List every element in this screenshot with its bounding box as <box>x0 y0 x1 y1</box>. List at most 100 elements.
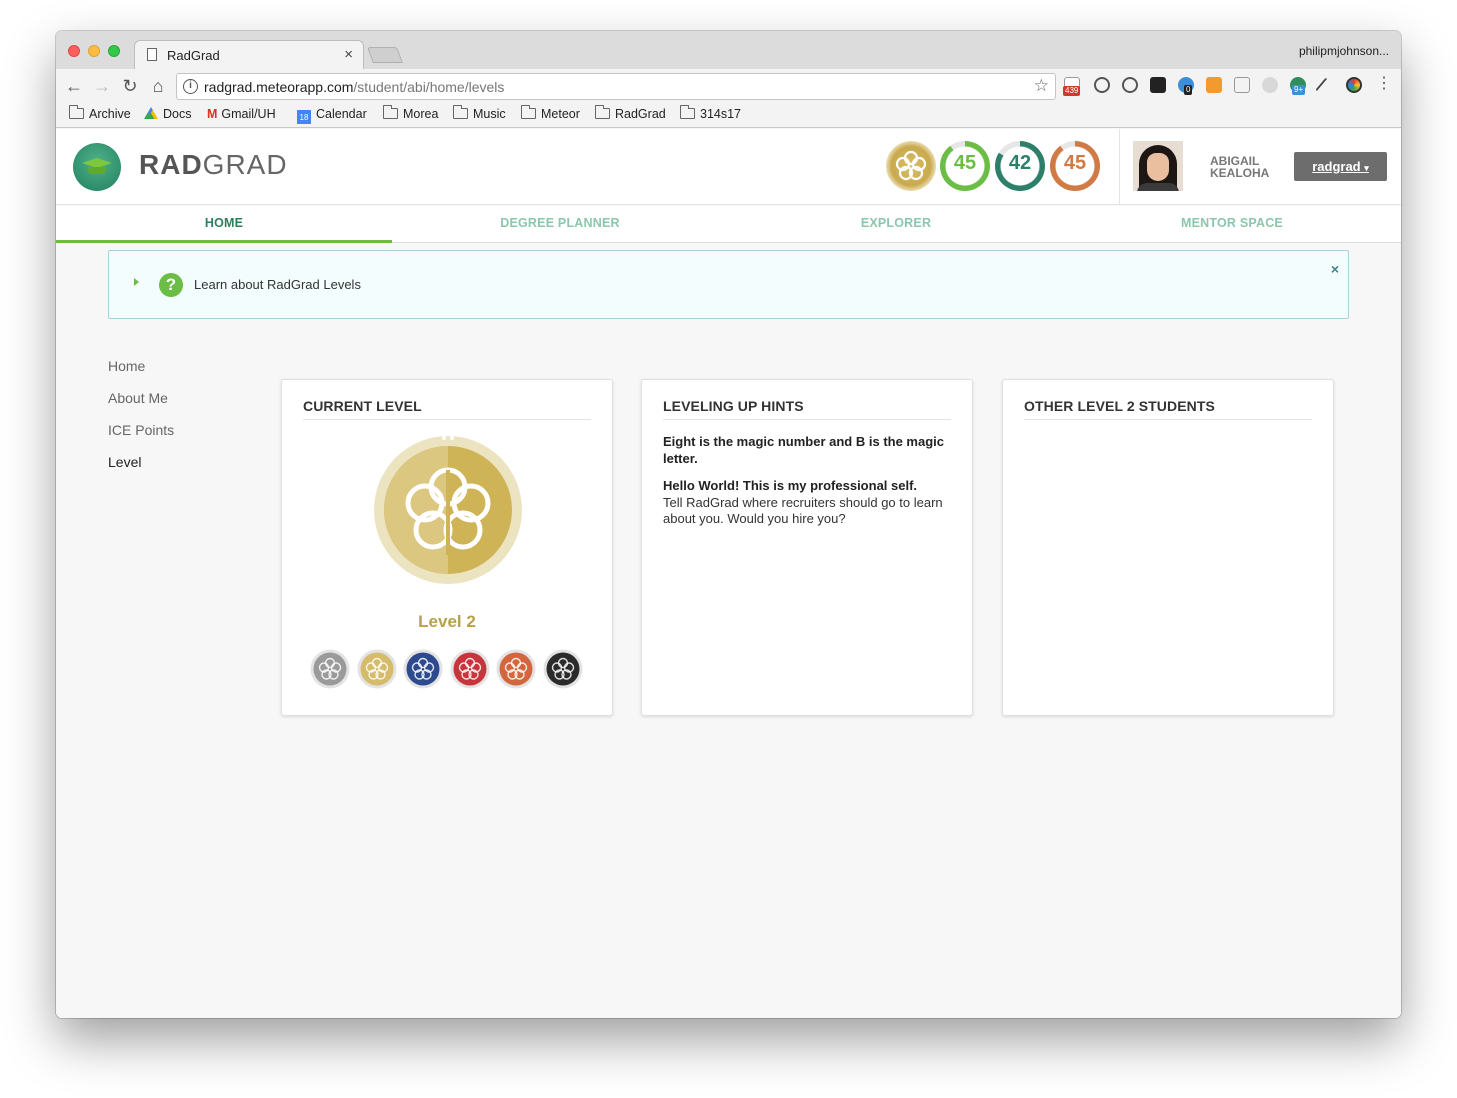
reload-icon[interactable]: ↻ <box>120 75 140 97</box>
bookmark-314s17[interactable]: 314s17 <box>680 105 741 121</box>
hint-text: Hello World! This is my professional sel… <box>663 478 943 526</box>
main-menu: HOME DEGREE PLANNER EXPLORER MENTOR SPAC… <box>56 206 1401 243</box>
extension-cloud-icon[interactable] <box>1262 77 1278 93</box>
gmail-icon: M <box>207 107 218 121</box>
folder-icon <box>680 105 695 119</box>
extension-reader-icon[interactable]: 439 <box>1063 77 1081 96</box>
caret-down-icon: ▾ <box>1364 163 1369 173</box>
tab-title: RadGrad <box>167 48 220 63</box>
level-medal-icon[interactable] <box>886 141 936 191</box>
address-bar[interactable]: i radgrad.meteorapp.com/student/abi/home… <box>176 73 1056 100</box>
home-icon[interactable]: ⌂ <box>148 75 168 97</box>
bookmarks-bar: Archive Docs M Gmail/UH 18 Calendar Morea … <box>56 103 1401 128</box>
extension-hangouts-icon[interactable]: 9+ <box>1290 77 1306 95</box>
level-3-medal-icon[interactable] <box>403 649 443 689</box>
extension-badge: 0 <box>1184 85 1193 95</box>
avatar[interactable] <box>1133 141 1183 191</box>
browser-toolbar: ← → ↻ ⌂ i radgrad.meteorapp.com/student/… <box>56 69 1401 103</box>
folder-icon <box>69 105 84 119</box>
sidebar-item-home[interactable]: Home <box>108 357 258 376</box>
new-tab-button[interactable] <box>367 47 403 63</box>
hint-text: Eight is the magic number and B is the m… <box>663 434 944 466</box>
bookmark-calendar[interactable]: 18 Calendar <box>297 107 367 124</box>
tab-mentor-space[interactable]: MENTOR SPACE <box>1064 206 1400 243</box>
browser-window: RadGrad × philipmjohnson... ← → ↻ ⌂ i ra… <box>56 31 1401 1018</box>
caret-right-icon[interactable] <box>134 278 139 286</box>
bookmark-gmail[interactable]: M Gmail/UH <box>207 107 276 121</box>
close-window-button[interactable] <box>68 45 80 57</box>
innovation-score-ring[interactable]: 45 <box>940 141 990 191</box>
level-5-medal-icon[interactable] <box>496 649 536 689</box>
bookmark-morea[interactable]: Morea <box>383 105 438 121</box>
card-title: LEVELING UP HINTS <box>663 398 951 420</box>
competency-score-ring[interactable]: 42 <box>995 141 1045 191</box>
level-2-medal-icon <box>374 436 522 584</box>
tab-close-icon[interactable]: × <box>344 46 353 63</box>
drive-icon <box>144 107 158 119</box>
bookmark-radgrad[interactable]: RadGrad <box>595 105 666 121</box>
folder-icon <box>521 105 536 119</box>
sidebar-item-ice-points[interactable]: ICE Points <box>108 421 258 440</box>
folder-icon <box>453 105 468 119</box>
experience-score-ring[interactable]: 45 <box>1050 141 1100 191</box>
minimize-window-button[interactable] <box>88 45 100 57</box>
help-title[interactable]: Learn about RadGrad Levels <box>194 277 361 292</box>
level-2-medal-icon[interactable] <box>357 649 397 689</box>
bookmark-meteor[interactable]: Meteor <box>521 105 580 121</box>
tab-home[interactable]: HOME <box>56 206 392 243</box>
sidebar-item-level[interactable]: Level <box>108 453 258 472</box>
extension-password-icon[interactable] <box>1122 77 1138 93</box>
question-icon: ? <box>159 273 183 297</box>
user-menu-button[interactable]: radgrad ▾ <box>1294 152 1387 181</box>
secondary-menu: Home About Me ICE Points Level <box>108 357 258 485</box>
extension-color-icon[interactable] <box>1346 77 1362 93</box>
bookmark-music[interactable]: Music <box>453 105 506 121</box>
close-icon[interactable]: × <box>1331 261 1339 277</box>
level-6-medal-icon[interactable] <box>543 649 583 689</box>
level-medals-row <box>310 649 590 689</box>
info-icon[interactable]: i <box>183 79 198 94</box>
bookmark-docs[interactable]: Docs <box>144 107 191 121</box>
back-arrow-icon[interactable]: ← <box>64 75 84 97</box>
bookmark-archive[interactable]: Archive <box>69 105 131 121</box>
header-divider <box>1119 129 1120 205</box>
forward-arrow-icon[interactable]: → <box>92 75 112 97</box>
other-students-card: OTHER LEVEL 2 STUDENTS <box>1002 379 1334 716</box>
level-1-medal-icon[interactable] <box>310 649 350 689</box>
current-level-card: CURRENT LEVEL Level 2 <box>281 379 613 716</box>
folder-icon <box>383 105 398 119</box>
help-message: ? Learn about RadGrad Levels × <box>108 250 1349 319</box>
url-text[interactable]: radgrad.meteorapp.com/student/abi/home/l… <box>204 79 504 95</box>
tab-bar: RadGrad × philipmjohnson... <box>56 31 1401 69</box>
card-title: OTHER LEVEL 2 STUDENTS <box>1024 398 1312 420</box>
profile-name[interactable]: philipmjohnson... <box>1299 44 1389 58</box>
user-name: ABIGAIL KEALOHA <box>1210 154 1270 180</box>
folder-icon <box>595 105 610 119</box>
tab-explorer[interactable]: EXPLORER <box>728 206 1064 243</box>
app-header: RADGRAD 45 42 45 ABIGAIL KEALOHA radgrad … <box>56 129 1401 205</box>
calendar-icon: 18 <box>297 110 311 124</box>
bookmark-star-icon[interactable]: ☆ <box>1034 76 1049 96</box>
app-logo-text[interactable]: RADGRAD <box>139 149 288 181</box>
maximize-window-button[interactable] <box>108 45 120 57</box>
extension-badge: 439 <box>1063 86 1081 96</box>
extension-ghostery-icon[interactable]: 0 <box>1178 77 1194 95</box>
page: RADGRAD 45 42 45 ABIGAIL KEALOHA radgrad … <box>56 129 1401 1018</box>
extension-jetbrains-icon[interactable] <box>1150 77 1166 93</box>
sidebar-item-about-me[interactable]: About Me <box>108 389 258 408</box>
leveling-hints-card: LEVELING UP HINTS Eight is the magic num… <box>641 379 973 716</box>
tab-degree-planner[interactable]: DEGREE PLANNER <box>392 206 728 243</box>
extension-eyedropper-icon[interactable] <box>1315 77 1329 93</box>
extension-sync-icon[interactable] <box>1094 77 1110 93</box>
extension-badge: 9+ <box>1292 85 1306 95</box>
browser-menu-icon[interactable]: ⋮ <box>1376 76 1392 93</box>
extension-screenshot-icon[interactable] <box>1234 77 1250 93</box>
extensions-area: 439 0 9+ ⋮ <box>1063 76 1394 97</box>
card-title: CURRENT LEVEL <box>303 398 591 420</box>
browser-tab[interactable]: RadGrad × <box>134 40 364 69</box>
level-label: Level 2 <box>418 612 476 631</box>
extension-analytics-icon[interactable] <box>1206 77 1222 93</box>
document-icon <box>147 48 157 61</box>
radgrad-logo-icon[interactable] <box>73 143 121 191</box>
level-4-medal-icon[interactable] <box>450 649 490 689</box>
